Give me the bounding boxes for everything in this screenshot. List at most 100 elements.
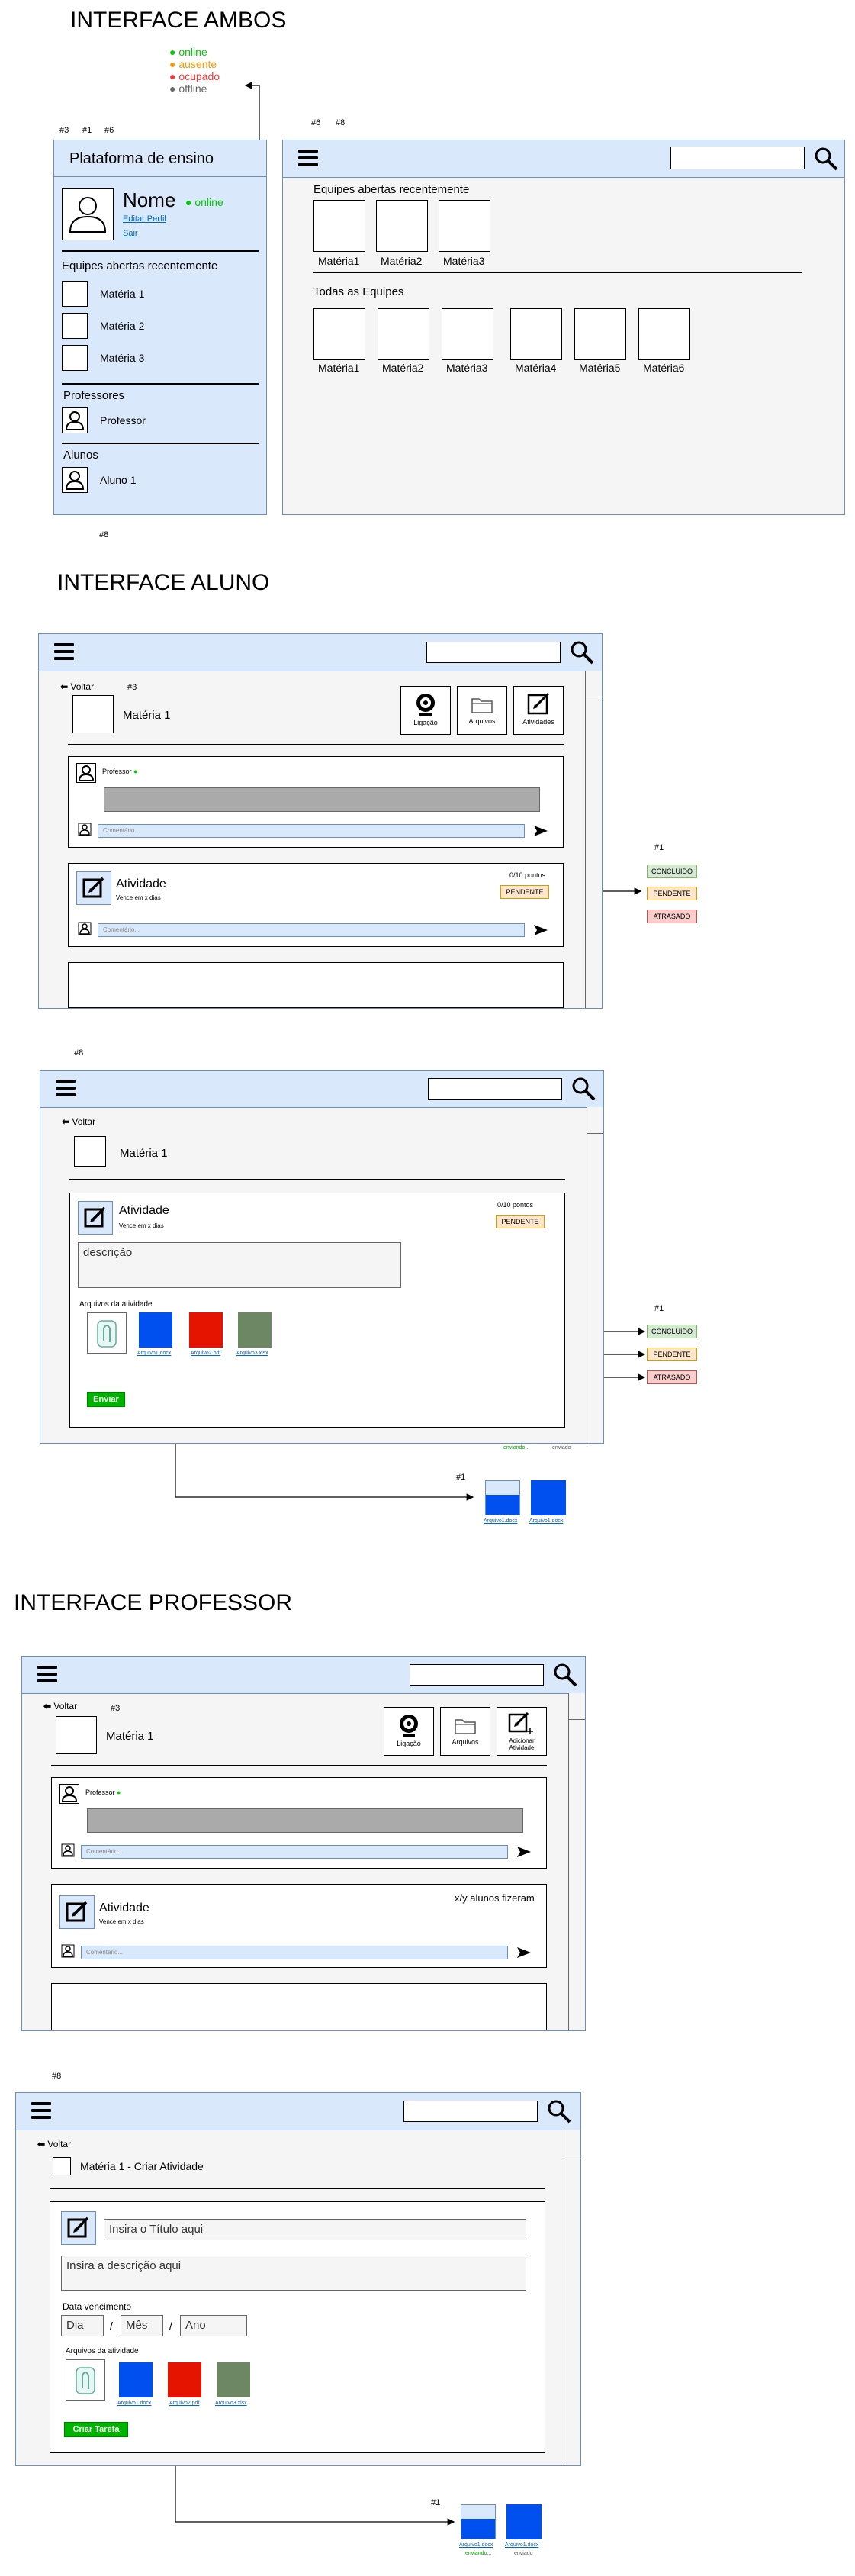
activity-card[interactable]: Atividade Vence em x dias x/y alunos fiz…: [51, 1884, 547, 1968]
back-button[interactable]: ⬅ Voltar: [43, 1701, 77, 1711]
file-link[interactable]: Arquivo1.docx: [459, 2542, 493, 2548]
file-link[interactable]: Arquivo1.docx: [117, 2401, 151, 2406]
file-link[interactable]: Arquivo2.pdf: [191, 1351, 220, 1356]
team-tile[interactable]: [313, 308, 365, 360]
hamburger-menu-icon[interactable]: [31, 2102, 51, 2123]
team-tile[interactable]: [313, 200, 365, 252]
search-icon[interactable]: [812, 145, 840, 172]
scrollbar[interactable]: [568, 1693, 585, 2030]
user-icon: [65, 411, 85, 430]
team-thumb[interactable]: [62, 281, 88, 307]
file-thumb-docx[interactable]: [119, 2362, 153, 2397]
team-tile-label: Matéria3: [443, 255, 485, 267]
year-input[interactable]: Ano: [180, 2315, 247, 2336]
logout-link[interactable]: Sair: [123, 229, 138, 238]
back-button[interactable]: ⬅ Voltar: [60, 681, 94, 692]
sidebar-team-3[interactable]: Matéria 3: [100, 352, 144, 364]
add-activity-button[interactable]: Adicionar Atividade: [497, 1707, 547, 1756]
team-tile[interactable]: [439, 200, 490, 252]
divider: [313, 272, 802, 273]
team-tile[interactable]: [574, 308, 626, 360]
send-icon[interactable]: [532, 823, 549, 839]
upload-status-sending: enviando...: [465, 2551, 492, 2556]
file-link[interactable]: Arquivo2.pdf: [169, 2401, 199, 2406]
add-activity-label: Adicionar Atividade: [509, 1737, 535, 1751]
teacher-name[interactable]: Professor: [100, 414, 146, 427]
student-name[interactable]: Aluno 1: [100, 474, 136, 486]
file-thumb-xlsx[interactable]: [217, 2362, 250, 2397]
sidebar-team-2[interactable]: Matéria 2: [100, 320, 144, 332]
file-thumb-docx[interactable]: [139, 1312, 172, 1348]
comment-input[interactable]: Comentário...: [98, 923, 525, 937]
send-icon[interactable]: [532, 923, 549, 938]
team-tile-label: Matéria1: [318, 362, 360, 374]
scrollbar[interactable]: [585, 671, 602, 1008]
file-link[interactable]: Arquivo1.docx: [137, 1351, 171, 1356]
activities-button[interactable]: Atividades: [513, 686, 564, 735]
search-input[interactable]: [428, 1078, 562, 1100]
search-icon[interactable]: [568, 639, 596, 666]
title-input[interactable]: Insira o Título aqui: [104, 2219, 526, 2240]
student-avatar[interactable]: [62, 467, 88, 493]
search-input[interactable]: [670, 147, 805, 169]
file-thumb-pdf[interactable]: [189, 1312, 223, 1348]
section-title-professor: INTERFACE PROFESSOR: [14, 1590, 293, 1615]
team-tile[interactable]: [442, 308, 493, 360]
team-thumb[interactable]: [62, 345, 88, 371]
team-tile[interactable]: [638, 308, 690, 360]
search-icon[interactable]: [551, 1661, 579, 1689]
search-icon[interactable]: [570, 1075, 597, 1103]
search-icon[interactable]: [545, 2098, 573, 2125]
comment-input[interactable]: Comentário...: [81, 1845, 508, 1859]
file-thumb-pdf[interactable]: [168, 2362, 201, 2397]
scrollbar[interactable]: [587, 1107, 603, 1443]
team-thumb[interactable]: [62, 313, 88, 339]
uploaded-file-thumb: [506, 2504, 542, 2539]
file-link[interactable]: Arquivo3.xlsx: [215, 2401, 247, 2406]
description-input[interactable]: Insira a descrição aqui: [61, 2256, 526, 2291]
back-button[interactable]: ⬅ Voltar: [37, 2139, 71, 2149]
files-button[interactable]: Arquivos: [457, 686, 507, 735]
search-input[interactable]: [403, 2101, 538, 2122]
legend-ocupado: ● ocupado: [169, 70, 220, 82]
hamburger-menu-icon[interactable]: [37, 1666, 57, 1686]
attach-file-button[interactable]: [66, 2359, 105, 2401]
send-button[interactable]: Enviar: [87, 1392, 125, 1407]
file-thumb-xlsx[interactable]: [238, 1312, 272, 1348]
search-input[interactable]: [426, 642, 561, 663]
avatar[interactable]: [62, 188, 114, 240]
hamburger-menu-icon[interactable]: [54, 643, 74, 664]
team-tile[interactable]: [510, 308, 562, 360]
file-link[interactable]: Arquivo1.docx: [484, 1518, 517, 1524]
upload-progress-thumb: [461, 2504, 496, 2539]
month-input[interactable]: Mês: [121, 2315, 163, 2336]
call-button[interactable]: Ligação: [384, 1707, 434, 1756]
day-input[interactable]: Dia: [61, 2315, 104, 2336]
teacher-avatar[interactable]: [62, 407, 88, 433]
send-icon[interactable]: [516, 1844, 532, 1860]
activity-card[interactable]: Atividade Vence em x dias 0/10 pontos PE…: [68, 863, 564, 947]
hamburger-menu-icon[interactable]: [298, 150, 318, 170]
comment-input[interactable]: Comentário...: [98, 824, 525, 838]
send-icon[interactable]: [516, 1945, 532, 1960]
team-tile[interactable]: [378, 308, 429, 360]
date-separator: /: [169, 2320, 172, 2332]
divider: [62, 383, 259, 385]
files-button[interactable]: Arquivos: [440, 1707, 490, 1756]
user-icon: [65, 471, 85, 490]
file-link[interactable]: Arquivo1.docx: [505, 2542, 538, 2548]
search-input[interactable]: [410, 1664, 544, 1686]
back-button[interactable]: ⬅ Voltar: [62, 1116, 95, 1127]
file-link[interactable]: Arquivo1.docx: [529, 1518, 563, 1524]
comment-input[interactable]: Comentário...: [81, 1946, 508, 1959]
attach-file-button[interactable]: [87, 1312, 127, 1354]
create-task-button[interactable]: Criar Tarefa: [64, 2422, 128, 2437]
hamburger-menu-icon[interactable]: [56, 1080, 76, 1100]
user-status: ● online: [185, 196, 223, 208]
file-link[interactable]: Arquivo3.xlsx: [236, 1351, 268, 1356]
team-tile[interactable]: [376, 200, 428, 252]
call-button[interactable]: Ligação: [400, 686, 451, 735]
sidebar-team-1[interactable]: Matéria 1: [100, 288, 144, 300]
edit-profile-link[interactable]: Editar Perfil: [123, 214, 166, 224]
scrollbar[interactable]: [564, 2130, 580, 2465]
